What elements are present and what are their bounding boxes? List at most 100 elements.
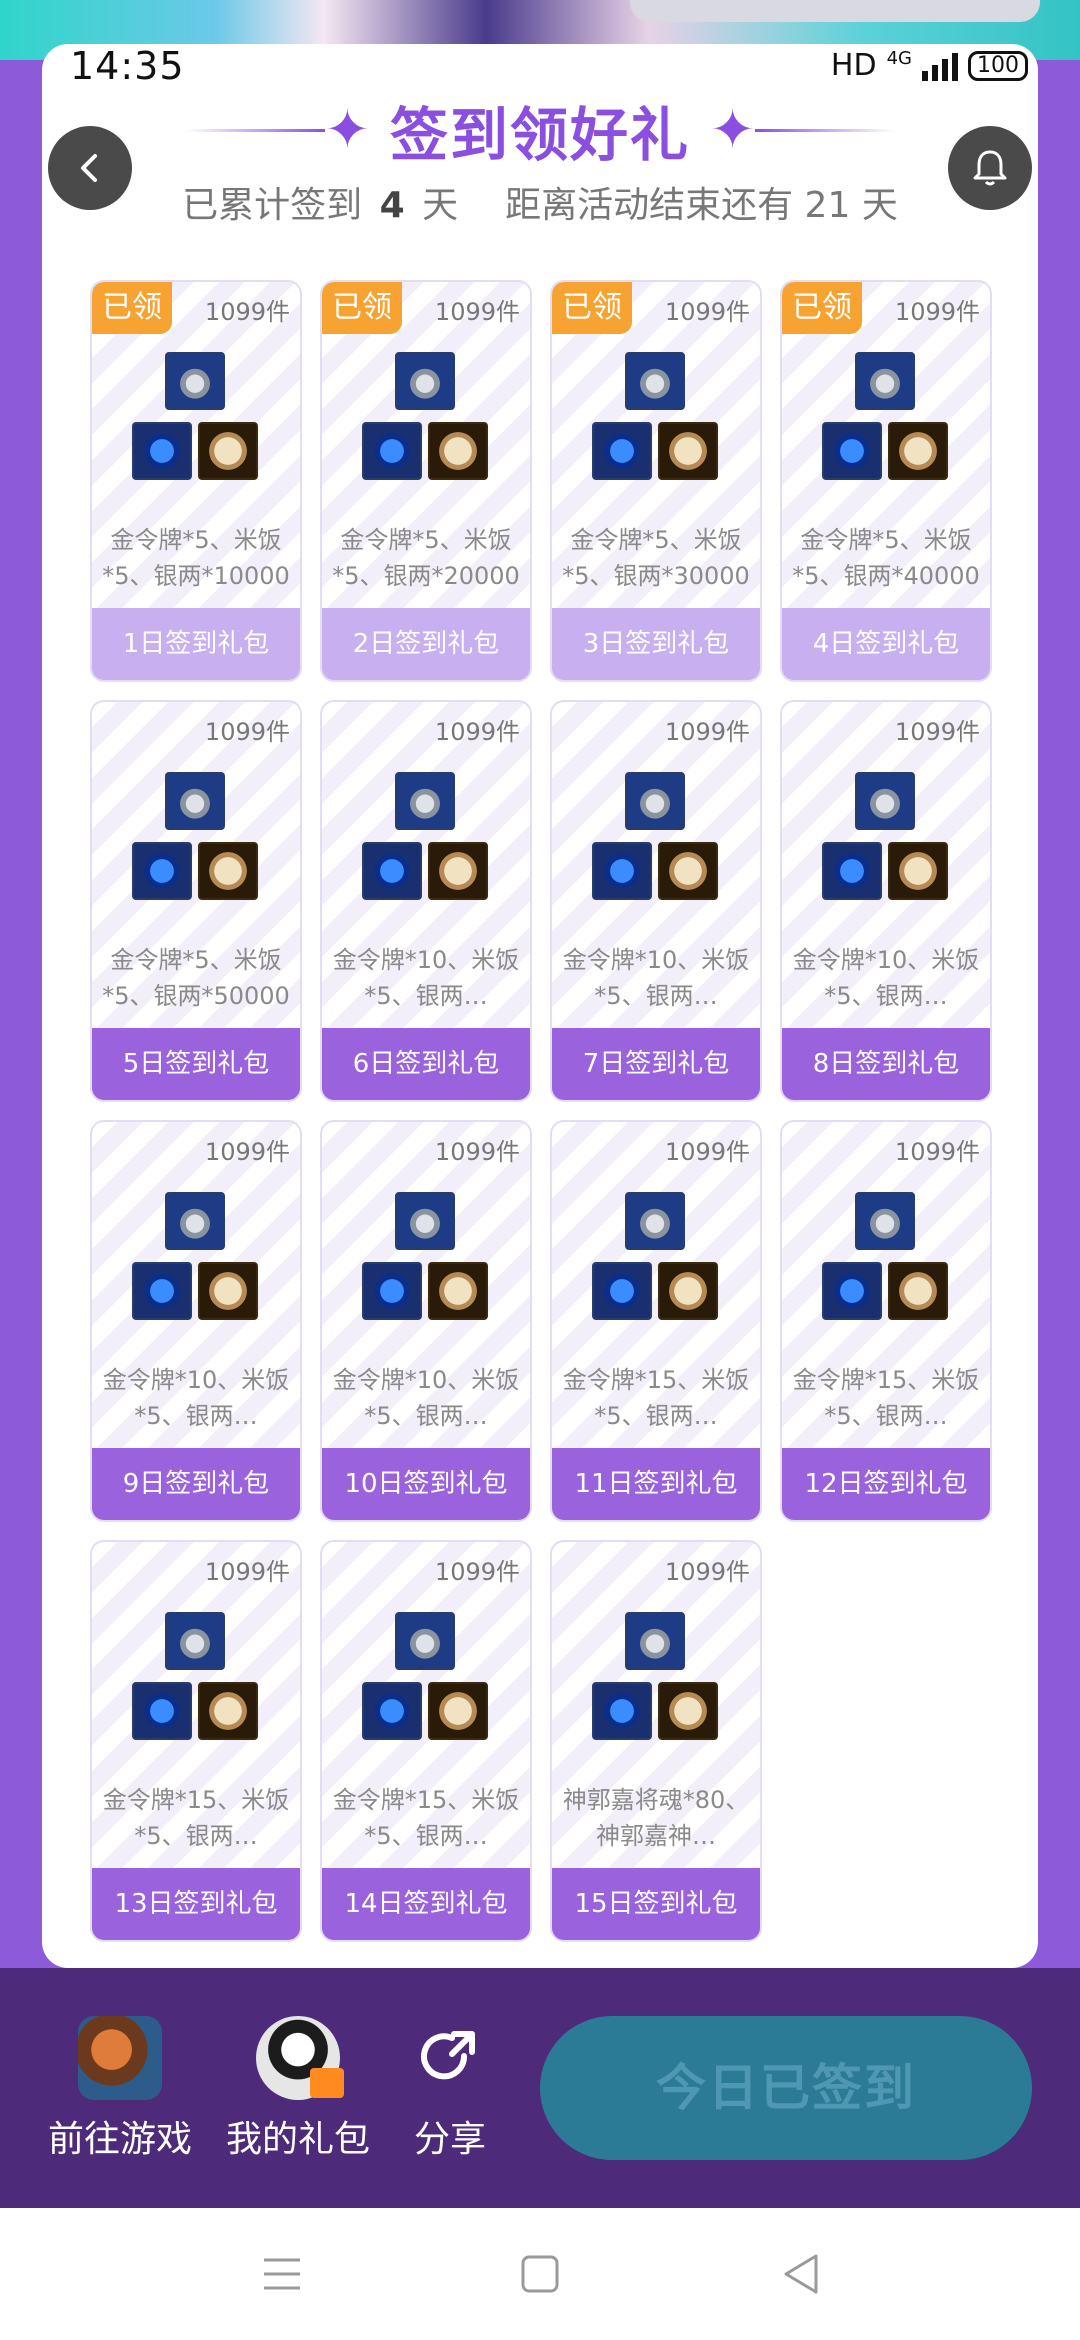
gift-items [552,1192,760,1332]
gift-card[interactable]: 1099件金令牌*15、米饭*5、银两… 11日签到礼包 [550,1120,762,1522]
remaining-unit: 天 [861,185,898,226]
gold-token-icon [362,1262,422,1320]
gift-label: 15日签到礼包 [552,1868,760,1940]
gold-token-icon [132,842,192,900]
system-nav-bar [0,2208,1080,2340]
signed-today-button[interactable]: 今日已签到 [540,2016,1032,2160]
status-bar: 14:35 HD 4G 100 [0,0,1080,88]
silver-ingot-icon [165,352,225,410]
gift-description: 金令牌*15、米饭*5、银两… [562,1366,750,1430]
gift-description: 金令牌*5、米饭*5、银两*20000 [332,526,520,590]
gift-card[interactable]: 1099件 金令牌*5、米饭*5、银两*50000 5日签到礼包 [90,700,302,1102]
avatar [256,2016,344,2100]
gift-description: 金令牌*10、米饭*5、银两… [332,946,520,1010]
back-button[interactable] [48,126,132,210]
chevron-left-icon [81,154,97,182]
gift-label: 8日签到礼包 [782,1028,990,1100]
rice-icon [198,1262,258,1320]
gold-token-icon [132,422,192,480]
gift-label: 7日签到礼包 [552,1028,760,1100]
gift-card[interactable]: 1099件 神郭嘉将魂*80、神郭嘉神… 15日签到礼包 [550,1540,762,1942]
bottom-bar: 前往游戏 我的礼包 分享 今日已签到 [0,1968,1080,2208]
rice-icon [658,1262,718,1320]
menu-icon[interactable] [252,2248,312,2300]
gift-items [322,1192,530,1332]
gift-stock-count: 1099件 [434,298,520,326]
rice-icon [198,1682,258,1740]
gift-description: 金令牌*15、米饭*5、银两… [332,1786,520,1850]
share-button[interactable]: 分享 [360,2016,540,2162]
claimed-badge: 已领 [92,282,172,334]
gift-items [92,1612,300,1752]
gift-card[interactable]: 1099件 金令牌*15、米饭*5、银两… 14日签到礼包 [320,1540,532,1942]
gift-card[interactable]: 已领 1099件 金令牌*5、米饭*5、银两*40000 4日签到礼包 [780,280,992,682]
remaining-prefix: 距离活动结束还有 [505,185,794,226]
gift-description: 金令牌*5、米饭*5、银两*10000 [102,526,290,590]
gift-card[interactable]: 1099件 金令牌*10、米饭*5、银两… 9日签到礼包 [90,1120,302,1522]
page-title: 签到领好礼 [389,101,690,169]
title-decoration-right: ✦ [710,103,896,157]
claimed-badge: 已领 [322,282,402,334]
gift-card[interactable]: 已领 1099件 金令牌*5、米饭*5、银两*30000 3日签到礼包 [550,280,762,682]
gift-stock-count: 1099件 [204,298,290,326]
gold-token-icon [822,1262,882,1320]
title-decoration-left: ✦ [184,103,370,157]
gift-card[interactable]: 1099件 金令牌*10、米饭*5、银两… 7日签到礼包 [550,700,762,1102]
gift-card[interactable]: 已领 1099件 金令牌*5、米饭*5、银两*20000 2日签到礼包 [320,280,532,682]
gift-items [782,352,990,492]
battery-icon: 100 [968,50,1028,81]
gift-stock-count: 1099件 [204,1558,290,1586]
gift-description: 金令牌*5、米饭*5、银两*40000 [792,526,980,590]
gift-card[interactable]: 1099件 金令牌*10、米饭*5、银两… 10日签到礼包 [320,1120,532,1522]
gift-stock-count: 1099件 [434,718,520,746]
gold-token-icon [362,422,422,480]
gift-card[interactable]: 1099件 金令牌*15、米饭*5、银两… 13日签到礼包 [90,1540,302,1942]
silver-ingot-icon [395,1612,455,1670]
gift-stock-count: 1099件 [664,298,750,326]
silver-ingot-icon [855,1192,915,1250]
gift-label: 12日签到礼包 [782,1448,990,1520]
gold-token-icon [592,422,652,480]
rice-icon [888,842,948,900]
notification-button[interactable] [948,126,1032,210]
title-row: ✦ 签到领好礼 ✦ [0,90,1080,170]
gold-token-icon [592,842,652,900]
go-game-button[interactable]: 前往游戏 [30,2016,210,2162]
gift-items [92,1192,300,1332]
back-triangle-icon[interactable] [770,2248,830,2300]
rice-icon [888,1262,948,1320]
status-time: 14:35 [70,44,185,88]
silver-ingot-icon [625,352,685,410]
gift-stock-count: 1099件 [664,1138,750,1166]
gift-items [782,1192,990,1332]
gift-label: 1日签到礼包 [92,608,300,680]
gift-stock-count: 1099件 [664,718,750,746]
silver-ingot-icon [625,1192,685,1250]
gift-description: 金令牌*10、米饭*5、银两… [792,946,980,1010]
game-app-icon [78,2016,162,2100]
gift-stock-count: 1099件 [894,718,980,746]
gift-description: 金令牌*5、米饭*5、银两*30000 [562,526,750,590]
silver-ingot-icon [165,1612,225,1670]
gift-card[interactable]: 1099件金令牌*10、米饭*5、银两… 8日签到礼包 [780,700,992,1102]
gift-card[interactable]: 1099件 金令牌*15、米饭*5、银两… 12日签到礼包 [780,1120,992,1522]
silver-ingot-icon [625,1612,685,1670]
share-icon [408,2016,492,2100]
gift-card[interactable]: 已领 1099件金令牌*5、米饭*5、银两*10000 1日签到礼包 [90,280,302,682]
rice-icon [198,842,258,900]
gold-token-icon [132,1682,192,1740]
gift-stock-count: 1099件 [204,1138,290,1166]
gift-stock-count: 1099件 [204,718,290,746]
home-icon[interactable] [510,2248,570,2300]
gift-items [552,1612,760,1752]
gift-card[interactable]: 1099件 金令牌*10、米饭*5、银两… 6日签到礼包 [320,700,532,1102]
gift-label: 11日签到礼包 [552,1448,760,1520]
claimed-badge: 已领 [782,282,862,334]
signin-summary: 已累计签到 4 天 距离活动结束还有 21 天 [0,176,1080,228]
gold-token-icon [822,842,882,900]
gift-stock-count: 1099件 [434,1138,520,1166]
gift-items [552,352,760,492]
gift-description: 金令牌*5、米饭*5、银两*50000 [102,946,290,1010]
signal-type: 4G [886,48,912,69]
claimed-badge: 已领 [552,282,632,334]
